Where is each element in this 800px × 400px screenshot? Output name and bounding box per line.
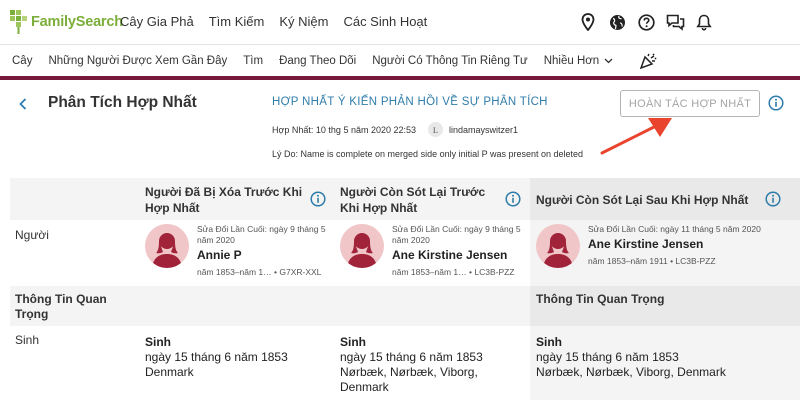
help-icon[interactable] xyxy=(636,12,656,32)
column-surviving-after-header: Người Còn Sót Lại Sau Khi Hợp Nhất xyxy=(536,193,749,207)
page-title: Phân Tích Hợp Nhất xyxy=(48,94,197,111)
subnav-private-people[interactable]: Người Có Thông Tin Riêng Tư xyxy=(372,55,527,67)
row-label-person: Người xyxy=(15,228,49,242)
nav-activities[interactable]: Các Sinh Hoạt xyxy=(343,14,427,29)
messages-icon[interactable] xyxy=(665,12,685,32)
subnav-find[interactable]: Tìm xyxy=(243,55,263,67)
row-label-vital-info: Thông Tin Quan Trọng xyxy=(15,292,107,321)
globe-icon[interactable] xyxy=(607,12,627,32)
nav-memories[interactable]: Ký Niệm xyxy=(279,14,328,29)
logo-text: FamilySearch xyxy=(31,14,123,30)
last-modified: Sửa Đổi Lần Cuối: ngày 9 tháng 5 năm 202… xyxy=(392,224,521,245)
event-title: Sinh xyxy=(536,335,562,349)
nav-search[interactable]: Tìm Kiếm xyxy=(209,14,265,29)
female-avatar-icon xyxy=(340,224,384,268)
event-date: ngày 15 tháng 6 năm 1853 xyxy=(340,350,483,364)
merge-feedback-link[interactable]: HỢP NHẤT Ý KIẾN PHẢN HỒI VỀ SỰ PHÂN TÍCH xyxy=(272,96,548,108)
subnav-following[interactable]: Đang Theo Dõi xyxy=(279,55,356,67)
person-name[interactable]: Annie P xyxy=(197,248,330,262)
person-lifespan-id: năm 1853–năm 1… • G7XR-XXL xyxy=(197,267,322,277)
person-card-surviving-after[interactable]: Sửa Đổi Lần Cuối: ngày 11 tháng 5 năm 20… xyxy=(536,224,796,268)
subnav-divider xyxy=(0,44,800,45)
user-name: lindamayswitzer1 xyxy=(449,124,519,135)
column-surviving-before-header: Người Còn Sót Lại Trước Khi Hợp Nhất xyxy=(340,185,486,215)
top-icons xyxy=(569,12,714,32)
party-popper-icon[interactable] xyxy=(639,53,657,69)
column-deleted-header: Người Đã Bị Xóa Trước Khi Hợp Nhất xyxy=(145,185,303,215)
birth-event-surviving-after: Sinh ngày 15 tháng 6 năm 1853 Nørbæk, Nø… xyxy=(536,335,796,380)
subnav-more[interactable]: Nhiều Hơn xyxy=(544,55,613,67)
person-info: Sửa Đổi Lần Cuối: ngày 9 tháng 5 năm 202… xyxy=(392,224,530,277)
merge-details: Hợp Nhất: 10 thg 5 năm 2020 22:53 L lind… xyxy=(272,122,518,137)
merge-comparison-table: Người Đã Bị Xóa Trước Khi Hợp Nhất Người… xyxy=(10,178,800,400)
person-info: Sửa Đổi Lần Cuối: ngày 11 tháng 5 năm 20… xyxy=(588,224,761,268)
merge-reason: Lý Do: Name is complete on merged side o… xyxy=(272,149,584,159)
sub-nav: Cây Những Người Được Xem Gần Đây Tìm Đan… xyxy=(12,53,673,69)
subnav-tree[interactable]: Cây xyxy=(12,55,32,67)
bell-icon[interactable] xyxy=(694,12,714,32)
subnav-more-label: Nhiều Hơn xyxy=(543,55,600,67)
person-name[interactable]: Ane Kirstine Jensen xyxy=(588,237,761,251)
last-modified: Sửa Đổi Lần Cuối: ngày 9 tháng 5 năm 202… xyxy=(197,224,326,245)
main-nav: Cây Gia Phả Tìm Kiếm Ký Niệm Các Sinh Ho… xyxy=(120,14,442,29)
event-title: Sinh xyxy=(340,335,366,349)
row-label-birth: Sinh xyxy=(15,333,40,347)
merge-date: Hợp Nhất: 10 thg 5 năm 2020 22:53 xyxy=(272,124,416,135)
person-lifespan-id: năm 1853–năm 1… • LC3B-PZZ xyxy=(392,267,515,277)
info-icon[interactable] xyxy=(765,191,781,207)
female-avatar-icon xyxy=(145,224,189,268)
info-icon[interactable] xyxy=(505,191,521,207)
tree-logo-icon xyxy=(10,10,27,34)
event-place: Denmark xyxy=(145,365,194,379)
back-button[interactable] xyxy=(14,95,32,113)
person-card-deleted[interactable]: Sửa Đổi Lần Cuối: ngày 9 tháng 5 năm 202… xyxy=(145,224,330,277)
nav-family-tree[interactable]: Cây Gia Phả xyxy=(120,14,194,29)
top-bar: FamilySearch Cây Gia Phả Tìm Kiếm Ký Niệ… xyxy=(0,0,800,44)
female-avatar-icon xyxy=(536,224,580,268)
info-icon[interactable] xyxy=(768,95,784,111)
chevron-down-icon xyxy=(604,58,613,64)
event-place: Nørbæk, Nørbæk, Viborg, Denmark xyxy=(340,365,478,394)
person-name[interactable]: Ane Kirstine Jensen xyxy=(392,248,530,262)
person-card-surviving-before[interactable]: Sửa Đổi Lần Cuối: ngày 9 tháng 5 năm 202… xyxy=(340,224,530,277)
event-date: ngày 15 tháng 6 năm 1853 xyxy=(145,350,288,364)
event-date: ngày 15 tháng 6 năm 1853 xyxy=(536,350,679,364)
undo-merge-button[interactable]: HOÀN TÁC HỢP NHẤT xyxy=(620,90,760,117)
familysearch-logo[interactable]: FamilySearch xyxy=(10,7,123,37)
event-title: Sinh xyxy=(145,335,171,349)
chevron-left-icon xyxy=(19,98,27,110)
merge-user[interactable]: L lindamayswitzer1 xyxy=(428,122,518,137)
user-avatar: L xyxy=(428,122,443,137)
person-lifespan-id: năm 1853–năm 1911 • LC3B-PZZ xyxy=(588,256,716,266)
brand-accent-bar xyxy=(0,76,800,80)
subnav-recents[interactable]: Những Người Được Xem Gần Đây xyxy=(48,55,227,67)
vital-info-after-label: Thông Tin Quan Trọng xyxy=(536,292,665,306)
location-pin-icon[interactable] xyxy=(578,12,598,32)
birth-event-surviving-before: Sinh ngày 15 tháng 6 năm 1853 Nørbæk, Nø… xyxy=(340,335,510,395)
birth-event-deleted: Sinh ngày 15 tháng 6 năm 1853 Denmark xyxy=(145,335,330,380)
info-icon[interactable] xyxy=(310,191,326,207)
last-modified: Sửa Đổi Lần Cuối: ngày 11 tháng 5 năm 20… xyxy=(588,224,761,234)
person-info: Sửa Đổi Lần Cuối: ngày 9 tháng 5 năm 202… xyxy=(197,224,330,277)
event-place: Nørbæk, Nørbæk, Viborg, Denmark xyxy=(536,365,726,379)
